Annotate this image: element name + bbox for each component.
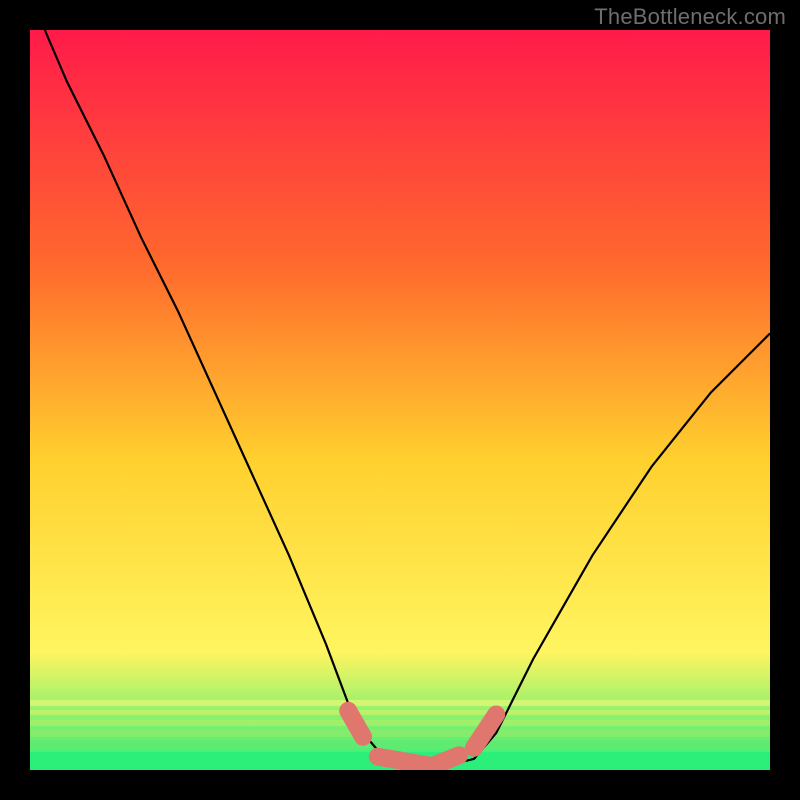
chart-svg xyxy=(0,0,800,800)
chart-frame: TheBottleneck.com xyxy=(0,0,800,800)
band-segment xyxy=(378,757,430,766)
band-segment xyxy=(437,755,459,764)
band-segment xyxy=(348,711,363,737)
plot-bg xyxy=(30,30,770,770)
watermark-text: TheBottleneck.com xyxy=(594,4,786,30)
